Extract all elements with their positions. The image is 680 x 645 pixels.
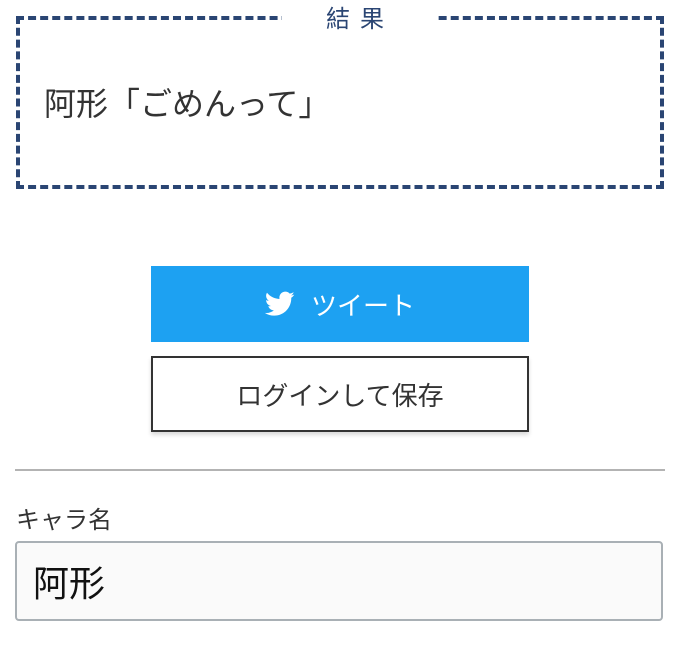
character-name-input[interactable] bbox=[15, 541, 663, 621]
login-save-button[interactable]: ログインして保存 bbox=[151, 356, 529, 432]
tweet-button[interactable]: ツイート bbox=[151, 266, 529, 342]
login-save-button-label: ログインして保存 bbox=[236, 381, 444, 412]
result-box: 結果 阿形「ごめんって」 bbox=[16, 2, 664, 189]
page: 結果 阿形「ごめんって」 ツイート ログインして保存 キャラ名 bbox=[0, 0, 680, 645]
character-name-label: キャラ名 bbox=[16, 506, 112, 534]
result-legend: 結果 bbox=[282, 2, 438, 36]
twitter-bird-icon bbox=[264, 291, 295, 317]
tweet-button-label: ツイート bbox=[310, 291, 415, 322]
divider bbox=[15, 469, 665, 471]
result-text: 阿形「ごめんって」 bbox=[44, 85, 331, 123]
